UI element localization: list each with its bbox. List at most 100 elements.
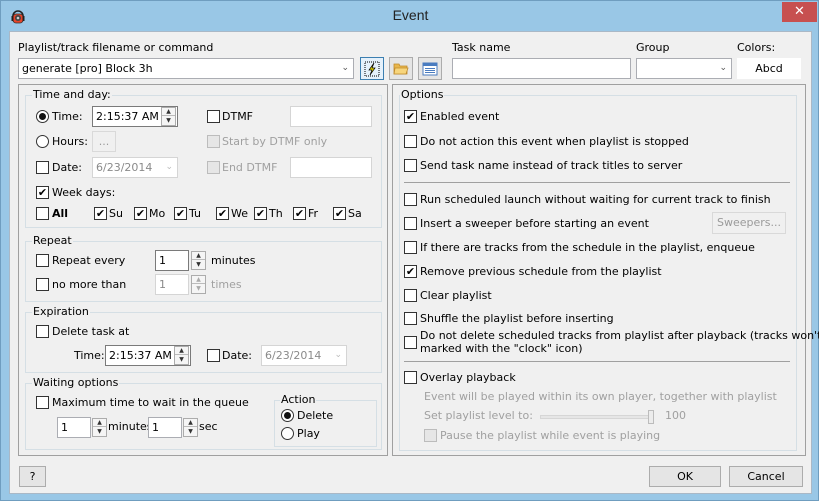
hours-button[interactable]: ... xyxy=(92,131,116,152)
wait-sec-value: 1 xyxy=(152,421,159,434)
expiration-date-picker[interactable]: 6/23/2014 ⌄ xyxy=(261,345,347,366)
delete-task-checkbox[interactable] xyxy=(36,325,49,338)
time-radio[interactable] xyxy=(36,110,49,123)
chevron-down-icon[interactable]: ⌄ xyxy=(334,346,342,365)
spin-down-icon[interactable]: ▼ xyxy=(192,285,205,293)
send-task-name-label: Send task name instead of track titles t… xyxy=(420,159,683,172)
spin-down-icon[interactable]: ▼ xyxy=(192,261,205,269)
wait-minutes-spinner[interactable]: ▲ ▼ xyxy=(92,418,107,437)
remove-previous-checkbox[interactable]: ✔ xyxy=(404,265,417,278)
chevron-down-icon[interactable]: ⌄ xyxy=(719,59,727,78)
if-tracks-enqueue-label: If there are tracks from the schedule in… xyxy=(420,241,755,254)
playlist-editor-button[interactable] xyxy=(418,57,442,80)
send-task-name-checkbox[interactable] xyxy=(404,159,417,172)
spin-up-icon[interactable]: ▲ xyxy=(184,419,197,427)
set-level-label: Set playlist level to: xyxy=(424,409,533,422)
no-more-than-spinner[interactable]: ▲ ▼ xyxy=(191,275,206,294)
end-dtmf-input[interactable] xyxy=(290,157,372,178)
spin-down-icon[interactable]: ▼ xyxy=(184,428,197,436)
if-tracks-enqueue-checkbox[interactable] xyxy=(404,241,417,254)
task-name-input[interactable] xyxy=(452,58,631,79)
do-not-action-checkbox[interactable] xyxy=(404,135,417,148)
start-by-dtmf-label: Start by DTMF only xyxy=(222,135,328,148)
repeat-every-checkbox[interactable] xyxy=(36,254,49,267)
day-label-tu: Tu xyxy=(189,207,202,220)
check-icon: ✔ xyxy=(405,265,416,278)
slider-thumb[interactable] xyxy=(648,410,654,424)
start-by-dtmf-checkbox[interactable] xyxy=(207,135,220,148)
date-picker[interactable]: 6/23/2014 ⌄ xyxy=(92,157,178,178)
action-group: Action Delete Play xyxy=(274,393,377,447)
title-bar: Event ✕ xyxy=(1,1,819,32)
day-checkbox-tu[interactable]: ✔ xyxy=(174,207,187,220)
playlist-combobox[interactable]: generate [pro] Block 3h ⌄ xyxy=(18,58,354,79)
spin-down-icon[interactable]: ▼ xyxy=(162,117,175,125)
dialog-client-area: Playlist/track filename or command gener… xyxy=(9,31,819,494)
shuffle-label: Shuffle the playlist before inserting xyxy=(420,312,614,325)
chevron-down-icon[interactable]: ⌄ xyxy=(341,59,349,78)
expiration-time-spinner[interactable]: ▲ ▼ xyxy=(174,346,189,365)
day-checkbox-sa[interactable]: ✔ xyxy=(333,207,346,220)
generate-command-button[interactable] xyxy=(360,57,384,80)
overlay-playback-checkbox[interactable] xyxy=(404,371,417,384)
group-combobox[interactable]: ⌄ xyxy=(636,58,732,79)
wait-sec-input[interactable]: 1 xyxy=(148,417,182,438)
day-checkbox-su[interactable]: ✔ xyxy=(94,207,107,220)
expiration-date-checkbox[interactable] xyxy=(207,349,220,362)
pause-playlist-checkbox[interactable] xyxy=(424,429,437,442)
all-days-checkbox[interactable] xyxy=(36,207,49,220)
insert-sweeper-checkbox[interactable] xyxy=(404,217,417,230)
no-more-than-input[interactable]: 1 xyxy=(155,274,189,295)
day-checkbox-fr[interactable]: ✔ xyxy=(293,207,306,220)
max-wait-label: Maximum time to wait in the queue xyxy=(52,396,249,409)
check-icon: ✔ xyxy=(255,207,266,220)
date-checkbox[interactable] xyxy=(36,161,49,174)
do-not-delete-checkbox[interactable] xyxy=(404,336,417,349)
run-scheduled-checkbox[interactable] xyxy=(404,193,417,206)
shuffle-checkbox[interactable] xyxy=(404,312,417,325)
hours-radio[interactable] xyxy=(36,135,49,148)
spin-up-icon[interactable]: ▲ xyxy=(192,276,205,284)
colors-button[interactable]: Abcd xyxy=(737,58,801,79)
ok-button[interactable]: OK xyxy=(649,466,721,487)
check-icon: ✔ xyxy=(294,207,305,220)
sweepers-button[interactable]: Sweepers... xyxy=(712,212,786,234)
wait-minutes-input[interactable]: 1 xyxy=(57,417,91,438)
repeat-every-spinner[interactable]: ▲ ▼ xyxy=(191,251,206,270)
repeat-every-input[interactable]: 1 xyxy=(155,250,189,271)
spin-down-icon[interactable]: ▼ xyxy=(93,428,106,436)
end-dtmf-checkbox[interactable] xyxy=(207,161,220,174)
day-checkbox-we[interactable]: ✔ xyxy=(216,207,229,220)
spin-up-icon[interactable]: ▲ xyxy=(93,419,106,427)
minutes-label: minutes xyxy=(211,254,256,267)
spin-down-icon[interactable]: ▼ xyxy=(175,356,188,364)
playlist-level-slider[interactable] xyxy=(540,410,654,424)
open-file-button[interactable] xyxy=(389,57,413,80)
action-play-radio[interactable] xyxy=(281,427,294,440)
clear-playlist-label: Clear playlist xyxy=(420,289,492,302)
dtmf-checkbox[interactable] xyxy=(207,110,220,123)
check-icon: ✔ xyxy=(37,186,48,199)
day-checkbox-th[interactable]: ✔ xyxy=(254,207,267,220)
chevron-down-icon[interactable]: ⌄ xyxy=(165,158,173,177)
clear-playlist-checkbox[interactable] xyxy=(404,289,417,302)
enabled-event-checkbox[interactable]: ✔ xyxy=(404,110,417,123)
week-days-checkbox[interactable]: ✔ xyxy=(36,186,49,199)
help-button[interactable]: ? xyxy=(19,466,46,487)
cancel-button[interactable]: Cancel xyxy=(729,466,803,487)
day-checkbox-mo[interactable]: ✔ xyxy=(134,207,147,220)
wait-minutes-label: minutes xyxy=(108,420,153,433)
dtmf-input[interactable] xyxy=(290,106,372,127)
group-label: Group xyxy=(636,41,670,54)
action-delete-radio[interactable] xyxy=(281,409,294,422)
spin-up-icon[interactable]: ▲ xyxy=(175,347,188,355)
lightning-icon xyxy=(364,61,380,77)
max-wait-checkbox[interactable] xyxy=(36,396,49,409)
spin-up-icon[interactable]: ▲ xyxy=(162,108,175,116)
waiting-options-group: Waiting options Maximum time to wait in … xyxy=(25,376,382,450)
spin-up-icon[interactable]: ▲ xyxy=(192,252,205,260)
wait-sec-spinner[interactable]: ▲ ▼ xyxy=(183,418,198,437)
time-spinner[interactable]: ▲ ▼ xyxy=(161,107,176,126)
no-more-than-checkbox[interactable] xyxy=(36,278,49,291)
close-button[interactable]: ✕ xyxy=(782,2,817,22)
